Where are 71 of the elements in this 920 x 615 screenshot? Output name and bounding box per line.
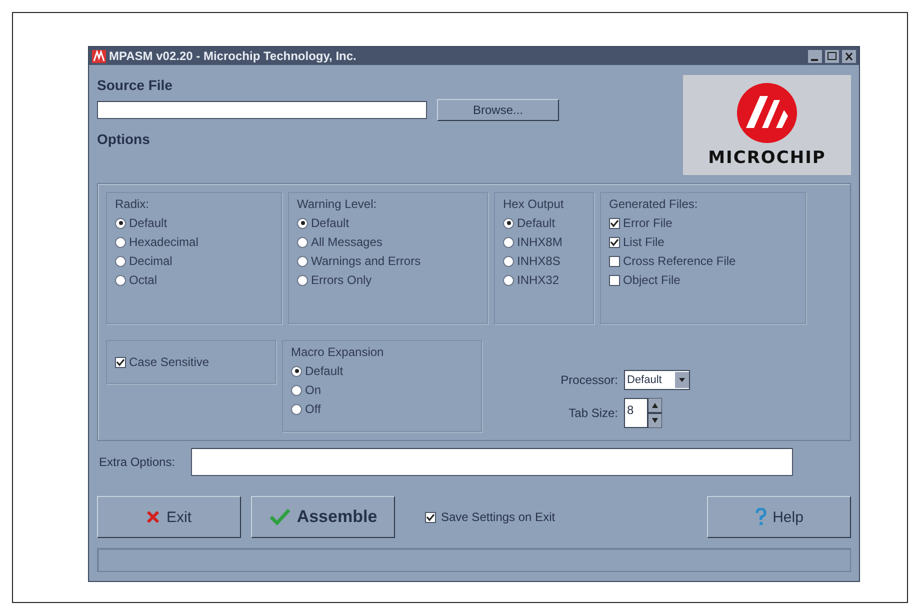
option-label: List File <box>623 235 664 249</box>
radio-button[interactable] <box>115 236 126 248</box>
tab-size-label: Tab Size: <box>568 406 618 420</box>
source-file-label: Source File <box>97 77 174 93</box>
radio-button[interactable] <box>291 404 302 415</box>
extra-options-label: Extra Options: <box>99 455 176 469</box>
option-label: Case Sensitive <box>129 355 210 370</box>
tab-size-field[interactable]: 8 <box>624 398 648 428</box>
radio-button[interactable] <box>297 274 308 286</box>
radio-button[interactable] <box>115 274 126 286</box>
radio-button[interactable] <box>291 384 302 396</box>
option-label: Default <box>129 216 168 230</box>
assemble-button[interactable]: Assemble <box>251 496 395 538</box>
option-label: Default <box>311 216 350 230</box>
checkmark-icon <box>268 508 291 526</box>
radio-button[interactable] <box>297 236 308 248</box>
spinner-arrows-icon[interactable] <box>648 398 662 428</box>
processor-dropdown[interactable]: Default <box>624 370 690 390</box>
radio-button[interactable] <box>291 366 302 377</box>
radio-button[interactable] <box>503 274 514 286</box>
radio-button[interactable] <box>503 256 514 266</box>
exit-button[interactable]: Exit <box>97 496 241 538</box>
checkbox[interactable] <box>609 256 620 266</box>
save-settings-label: Save Settings on Exit <box>441 510 556 524</box>
logo-mark-icon <box>736 82 798 144</box>
group-title: Hex Output <box>503 197 565 211</box>
option-label: Errors Only <box>311 273 372 287</box>
options-label: Options <box>97 131 151 147</box>
radio-button[interactable] <box>503 218 514 228</box>
option-label: INHX8M <box>517 235 562 249</box>
option-label: Octal <box>129 273 158 287</box>
option-label: Off <box>305 402 321 416</box>
radio-button[interactable] <box>115 256 126 266</box>
group-title: Macro Expansion <box>291 345 385 360</box>
option-label: Warnings and Errors <box>311 254 421 268</box>
checkbox[interactable] <box>609 274 620 286</box>
radio-button[interactable] <box>297 256 308 266</box>
source-file-field[interactable] <box>97 101 427 119</box>
app-icon <box>92 50 106 62</box>
group-title: Radix: <box>115 197 150 211</box>
extra-options-field[interactable] <box>191 448 794 476</box>
checkbox[interactable] <box>115 356 126 368</box>
minimize-icon[interactable] <box>808 50 822 62</box>
radio-button[interactable] <box>115 218 126 228</box>
help-button[interactable]: Help <box>707 496 851 538</box>
group-title: Generated Files: <box>609 197 699 211</box>
question-mark-icon <box>754 508 767 526</box>
checkbox[interactable] <box>609 218 620 228</box>
option-label: Error File <box>623 216 672 230</box>
option-label: INHX32 <box>517 273 560 287</box>
close-icon <box>146 510 160 524</box>
checkbox[interactable] <box>425 512 436 522</box>
radio-button[interactable] <box>297 218 308 228</box>
radio-button[interactable] <box>503 236 514 248</box>
option-label: Decimal <box>129 254 172 268</box>
option-label: Hexadecimal <box>129 235 198 249</box>
option-label: Cross Reference File <box>623 254 736 268</box>
logo-text: MICROCHIP <box>708 148 826 168</box>
group-title: Warning Level: <box>297 197 378 211</box>
window-title: MPASM v02.20 - Microchip Technology, Inc. <box>109 49 358 63</box>
close-icon[interactable] <box>842 50 856 62</box>
maximize-icon[interactable] <box>825 50 839 62</box>
option-label: Default <box>517 216 556 230</box>
browse-button[interactable]: Browse... <box>437 99 559 121</box>
option-label: On <box>305 383 322 398</box>
option-label: INHX8S <box>517 254 560 268</box>
option-label: Default <box>305 364 344 378</box>
option-label: All Messages <box>311 235 382 249</box>
option-label: Object File <box>623 273 680 287</box>
checkbox[interactable] <box>609 236 620 248</box>
processor-label: Processor: <box>560 373 618 388</box>
